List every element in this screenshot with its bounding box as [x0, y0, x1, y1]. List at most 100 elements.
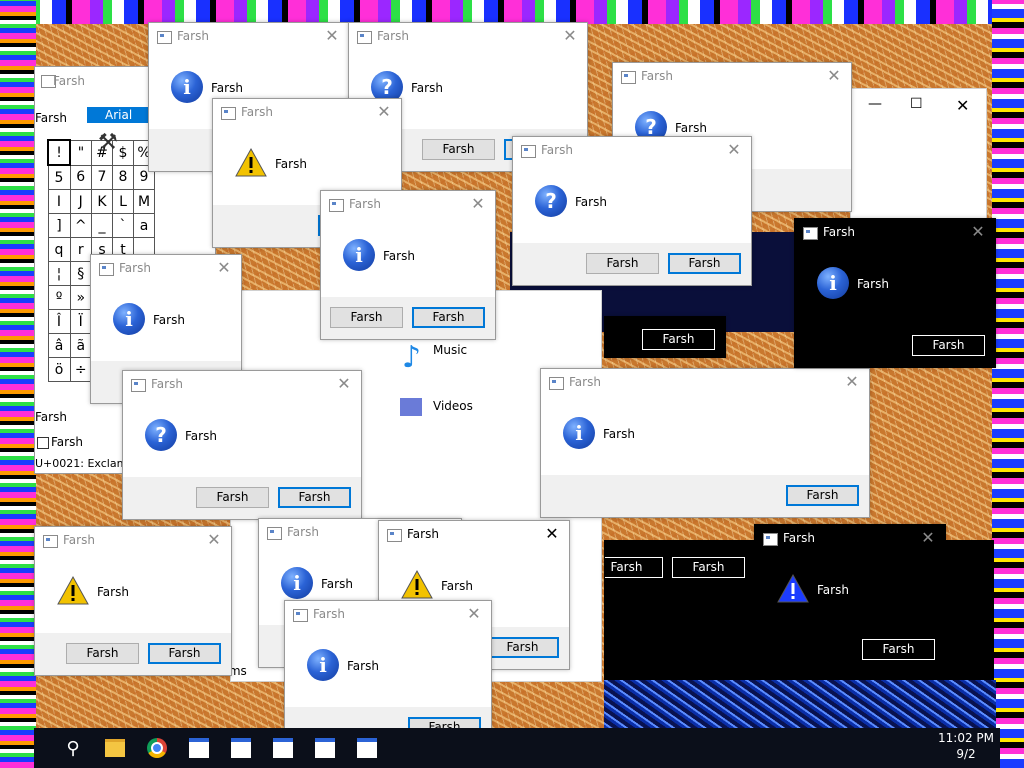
maximize-icon[interactable]: ☐	[910, 96, 923, 112]
taskbar: ⚲ 11:02 PM 9/2	[34, 728, 1000, 768]
dialog-button[interactable]: Farsh	[422, 139, 495, 160]
close-icon[interactable]: ✕	[215, 259, 233, 277]
dialog-titlebar[interactable]: Farsh ✕	[513, 137, 751, 165]
dialog-button[interactable]: Farsh	[642, 329, 715, 350]
dialog-button[interactable]: Farsh	[66, 643, 139, 664]
dialog-task-icon[interactable]	[270, 735, 296, 761]
dialog-button[interactable]: Farsh	[786, 485, 859, 506]
character-cell[interactable]: §	[69, 261, 92, 286]
character-cell[interactable]: ÷	[69, 357, 92, 382]
dialog-button[interactable]: Farsh	[412, 307, 485, 328]
info-icon: i	[563, 417, 595, 449]
info-icon: i	[171, 71, 203, 103]
close-icon[interactable]: ✕	[843, 373, 861, 391]
dialog-button[interactable]: Farsh	[196, 487, 269, 508]
minimize-icon[interactable]: —	[868, 96, 882, 112]
character-cell[interactable]: â	[47, 333, 71, 358]
character-cell[interactable]: I	[47, 189, 71, 214]
dialog-titlebar[interactable]: Farsh ✕	[35, 527, 231, 555]
character-cell[interactable]: J	[69, 189, 92, 214]
character-cell[interactable]: 6	[69, 164, 92, 190]
character-cell[interactable]: M	[133, 189, 155, 214]
close-icon[interactable]: ✕	[825, 67, 843, 85]
explorer-item-videos[interactable]: Videos	[433, 399, 473, 413]
dialog-titlebar[interactable]: Farsh ✕	[379, 521, 569, 549]
character-grid-row: IJKLM	[47, 189, 155, 214]
close-icon[interactable]: ✕	[469, 195, 487, 213]
dialog-titlebar[interactable]: Farsh ✕	[213, 99, 401, 127]
dialog-button[interactable]: Farsh	[586, 253, 659, 274]
dialog-task-icon[interactable]	[354, 735, 380, 761]
character-cell[interactable]: Î	[47, 309, 71, 334]
character-cell[interactable]: ö	[47, 357, 71, 382]
character-cell[interactable]: _	[91, 213, 113, 238]
close-icon[interactable]: ✕	[543, 525, 561, 543]
close-icon[interactable]: ✕	[465, 605, 483, 623]
character-cell[interactable]: º	[47, 285, 71, 310]
dialog-titlebar[interactable]: Farsh ✕	[285, 601, 491, 629]
dialog-titlebar[interactable]: Farsh ✕	[613, 63, 851, 91]
character-cell[interactable]: L	[112, 189, 134, 214]
dialog-button[interactable]: Farsh	[278, 487, 351, 508]
dialog-task-icon[interactable]	[312, 735, 338, 761]
dialog-titlebar[interactable]: Farsh ✕	[149, 23, 349, 51]
dialog-task-icon[interactable]	[186, 735, 212, 761]
character-cell[interactable]: r	[69, 237, 92, 262]
dialog-button[interactable]: Farsh	[862, 639, 935, 660]
advanced-view-checkbox[interactable]	[37, 437, 49, 449]
dialog-button[interactable]: Farsh	[672, 557, 745, 578]
character-cell[interactable]: "	[69, 139, 92, 166]
close-icon[interactable]: ✕	[956, 96, 969, 115]
dialog-button[interactable]: Farsh	[605, 557, 663, 578]
dialog-titlebar[interactable]: Farsh ✕	[795, 219, 995, 247]
character-cell[interactable]: a	[133, 213, 155, 238]
dialog-titlebar[interactable]: Farsh ✕	[123, 371, 361, 399]
app-icon	[803, 227, 818, 240]
clock[interactable]: 11:02 PM 9/2	[938, 730, 994, 762]
dialog-button[interactable]: Farsh	[912, 335, 985, 356]
close-icon[interactable]: ✕	[205, 531, 223, 549]
explorer-item-music[interactable]: Music	[433, 343, 467, 357]
close-icon[interactable]: ✕	[375, 103, 393, 121]
dialog-title: Farsh	[569, 375, 601, 389]
dialog-title: Farsh	[783, 531, 815, 545]
app-icon	[763, 533, 778, 546]
close-icon[interactable]: ✕	[969, 223, 987, 241]
character-cell[interactable]: K	[91, 189, 113, 214]
character-cell[interactable]: q	[47, 237, 71, 262]
character-cell[interactable]: ¦	[47, 261, 71, 286]
dialog-titlebar[interactable]: Farsh ✕	[755, 525, 945, 553]
character-cell[interactable]: ]	[47, 213, 71, 238]
character-cell[interactable]: `	[112, 213, 134, 238]
chrome-icon[interactable]	[144, 735, 170, 761]
dialog-message: Farsh	[441, 579, 473, 593]
folder-icon[interactable]	[102, 735, 128, 761]
close-icon[interactable]: ✕	[323, 27, 341, 45]
dialog-titlebar[interactable]: Farsh ✕	[321, 191, 495, 219]
dialog-title: Farsh	[151, 377, 183, 391]
dialog-button[interactable]: Farsh	[148, 643, 221, 664]
character-cell[interactable]: 5	[47, 164, 71, 190]
close-icon[interactable]: ✕	[919, 529, 937, 547]
dialog-button[interactable]: Farsh	[486, 637, 559, 658]
search-icon[interactable]: ⚲	[60, 735, 86, 761]
character-cell[interactable]: 7	[91, 164, 113, 190]
character-cell[interactable]: 8	[112, 164, 134, 190]
character-cell[interactable]: »	[69, 285, 92, 310]
close-icon[interactable]: ✕	[725, 141, 743, 159]
character-cell[interactable]: ã	[69, 333, 92, 358]
message-dialog: Farsh ✕ i Farsh Farsh	[540, 368, 870, 518]
close-icon[interactable]: ✕	[561, 27, 579, 45]
character-cell[interactable]: !	[47, 139, 71, 166]
dialog-message: Farsh	[211, 81, 243, 95]
character-cell[interactable]: ^	[69, 213, 92, 238]
close-icon[interactable]: ✕	[335, 375, 353, 393]
info-icon: i	[281, 567, 313, 599]
dialog-titlebar[interactable]: Farsh ✕	[349, 23, 587, 51]
dialog-titlebar[interactable]: Farsh ✕	[91, 255, 241, 283]
dialog-button[interactable]: Farsh	[668, 253, 741, 274]
dialog-titlebar[interactable]: Farsh ✕	[541, 369, 869, 397]
dialog-task-icon[interactable]	[228, 735, 254, 761]
dialog-button[interactable]: Farsh	[330, 307, 403, 328]
character-cell[interactable]: Ï	[69, 309, 92, 334]
